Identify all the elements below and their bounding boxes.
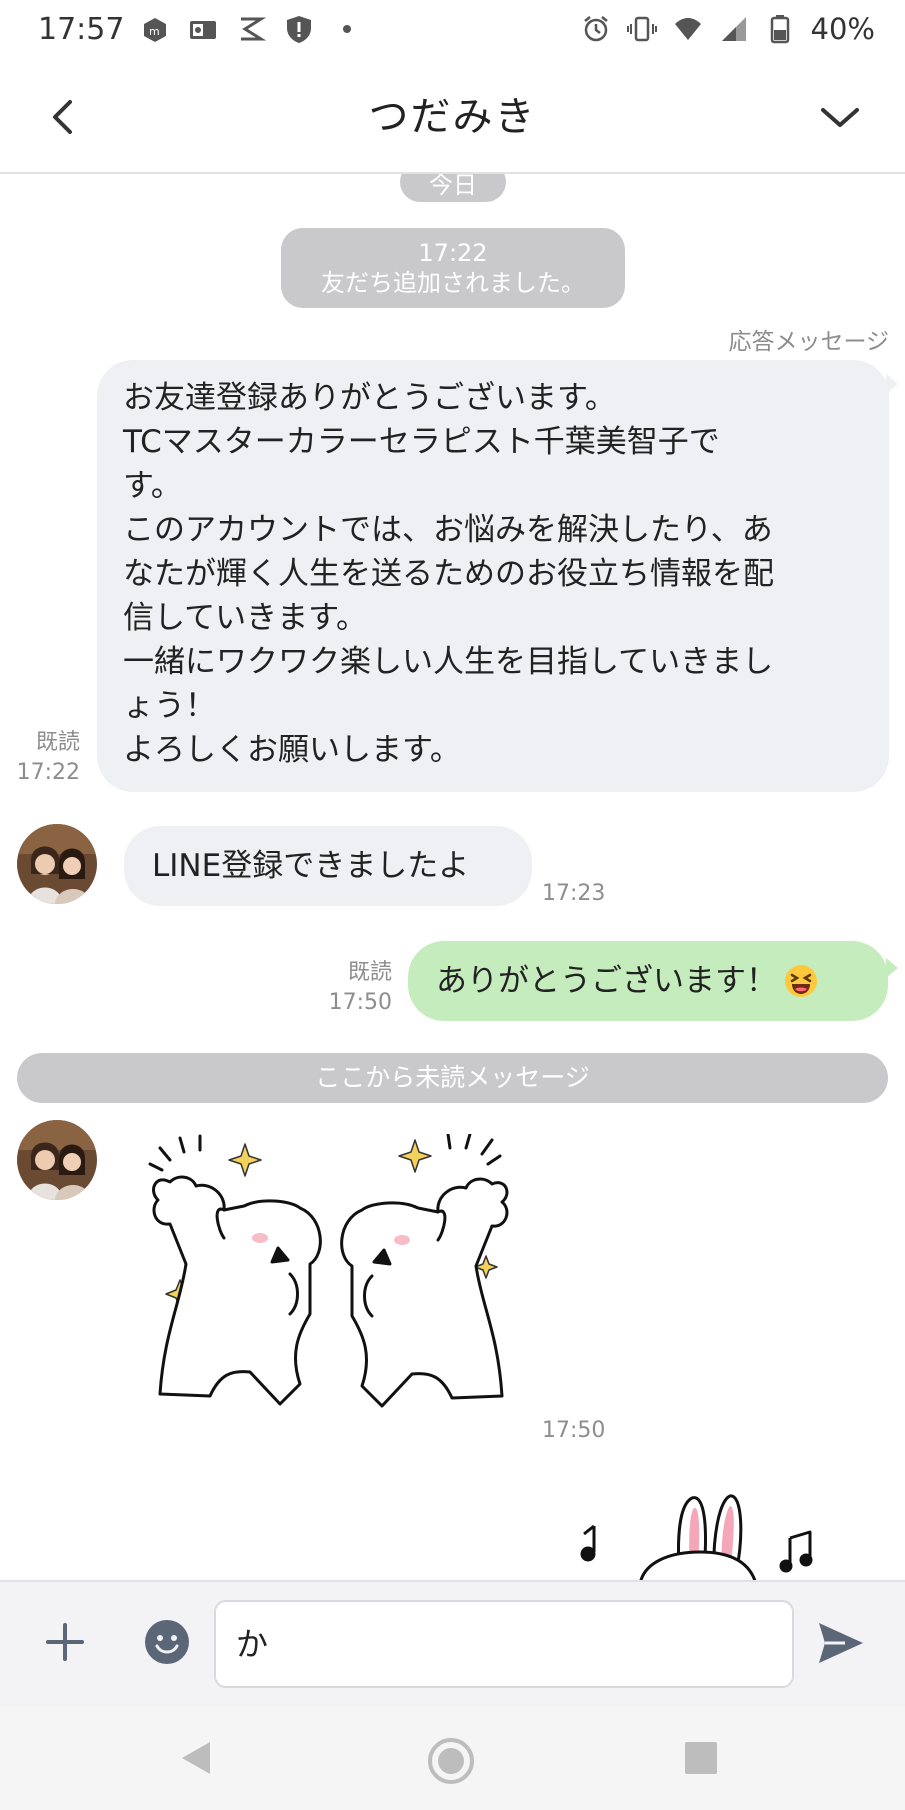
s-app-icon (236, 14, 266, 44)
read-receipt: 既読 (35, 730, 80, 755)
system-message-text: 友だち追加されました。 (321, 269, 585, 297)
message-text: お友達登録ありがとうございます。 TCマスターカラーセラピスト千葉美智子で す。… (123, 380, 774, 768)
avatar[interactable] (17, 1120, 97, 1200)
chat-header: つだみき (0, 62, 905, 174)
chat-title: つだみき (368, 94, 537, 140)
battery-percent: 40% (810, 12, 875, 46)
emoji-icon[interactable] (142, 1617, 192, 1667)
battery-icon (765, 14, 795, 44)
bear-sticker[interactable] (140, 1132, 520, 1434)
message-meta: 既読 17:50 (320, 958, 392, 1018)
chevron-down-icon[interactable] (815, 92, 865, 142)
message-text: ありがとうございます！ (436, 963, 777, 999)
message-bubble[interactable]: ありがとうございます！ (408, 941, 888, 1021)
wifi-icon (673, 14, 703, 44)
bubble-tail (886, 374, 898, 394)
notification-icons: m (140, 14, 362, 44)
message-input-bar: か (0, 1580, 905, 1706)
outlook-icon (188, 14, 218, 44)
avatar[interactable] (17, 824, 97, 904)
system-nav-bar (0, 1706, 905, 1810)
plus-icon[interactable] (40, 1617, 90, 1667)
m-app-icon: m (140, 14, 170, 44)
send-icon[interactable] (815, 1617, 867, 1669)
unread-divider: ここから未読メッセージ (17, 1053, 888, 1103)
chat-area[interactable]: 今日 17:22 友だち追加されました。 応答メッセージ 既読 17:22 お友… (0, 174, 905, 1580)
nav-home-icon[interactable] (426, 1736, 476, 1786)
message-bubble[interactable]: お友達登録ありがとうございます。 TCマスターカラーセラピスト千葉美智子で す。… (97, 360, 889, 792)
read-receipt: 既読 (347, 960, 392, 985)
system-icons: 40% (581, 12, 875, 46)
message-text: LINE登録できましたよ (152, 848, 470, 884)
dot-icon (332, 14, 362, 44)
nav-recents-icon[interactable] (683, 1740, 719, 1776)
date-pill: 今日 (400, 174, 506, 202)
signal-icon (719, 14, 749, 44)
alarm-icon (581, 14, 611, 44)
bubble-tail (886, 958, 898, 978)
status-bar: 17:57 m 40% (0, 0, 905, 62)
svg-text:m: m (149, 25, 160, 38)
rabbit-sticker[interactable] (580, 1474, 840, 1580)
status-time: 17:57 (38, 12, 125, 47)
vibrate-icon (626, 14, 657, 44)
grinning-squint-emoji-icon (783, 963, 819, 999)
message-time: 17:22 (16, 760, 80, 785)
nav-back-icon[interactable] (176, 1738, 216, 1778)
message-time: 17:23 (542, 881, 606, 906)
message-bubble[interactable]: LINE登録できましたよ (124, 826, 532, 906)
auto-reply-label: 応答メッセージ (728, 329, 889, 355)
system-message-time: 17:22 (418, 239, 488, 267)
message-time: 17:50 (328, 990, 392, 1015)
message-input[interactable]: か (214, 1600, 794, 1688)
message-meta: 既読 17:22 (14, 728, 80, 788)
system-message: 17:22 友だち追加されました。 (281, 228, 625, 308)
message-time: 17:50 (542, 1418, 606, 1443)
shield-icon (284, 14, 314, 44)
